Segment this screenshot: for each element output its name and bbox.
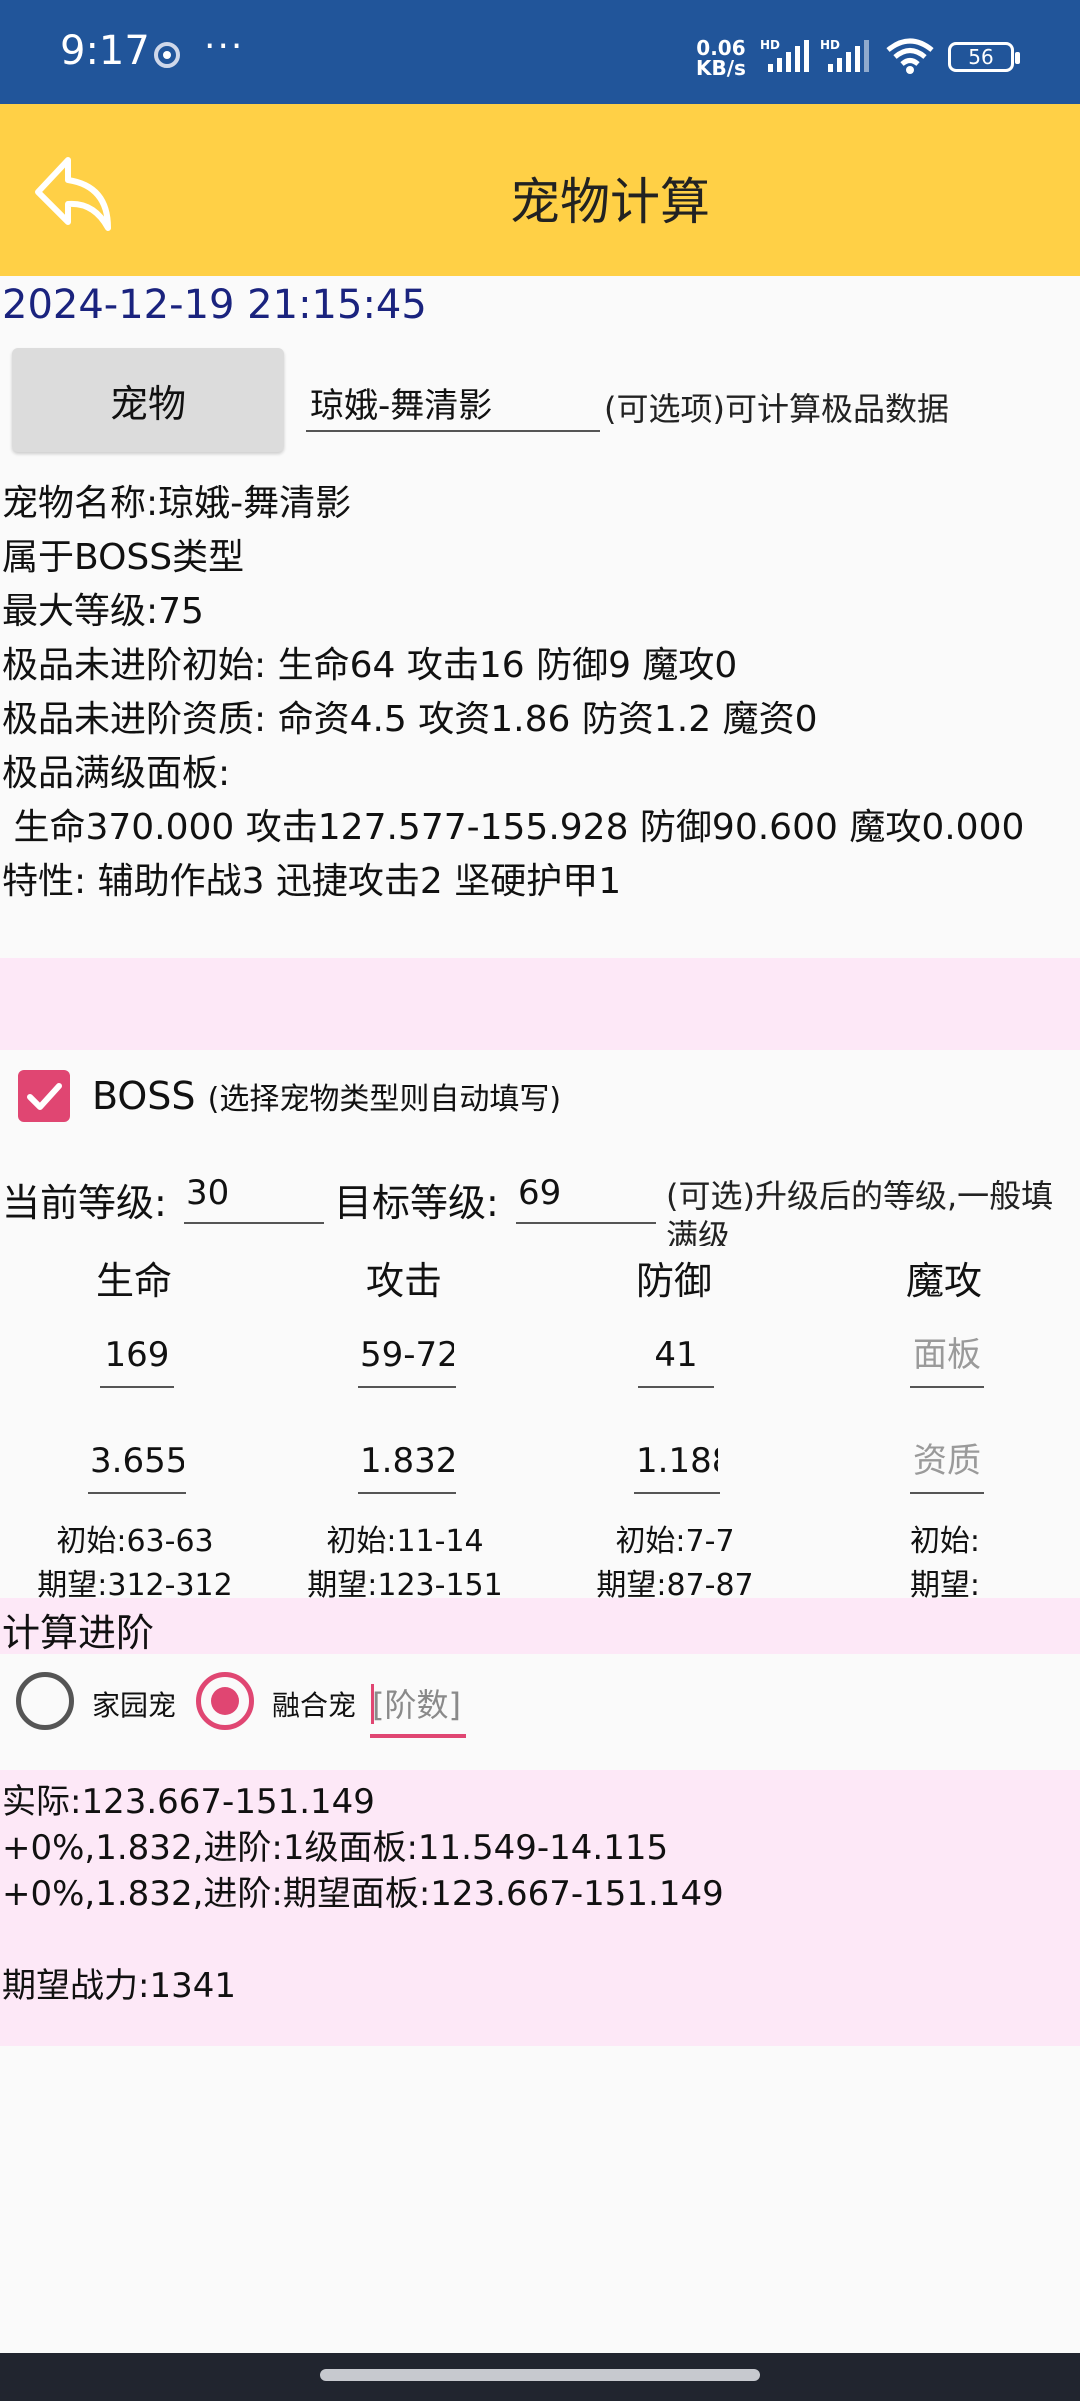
navigation-bar xyxy=(0,2353,1080,2401)
current-level-label: 当前等级: xyxy=(2,1181,167,1225)
text-caret xyxy=(371,1684,374,1724)
pet-info-max-panel: 生命370.000 攻击127.577-155.928 防御90.600 魔攻0… xyxy=(2,807,1025,848)
home-pet-label: 家园宠 xyxy=(92,1689,177,1722)
pet-info-name: 宠物名称:琼娥-舞清影 xyxy=(2,483,352,524)
hp-panel-input[interactable] xyxy=(100,1324,174,1388)
target-level-input[interactable] xyxy=(516,1164,656,1224)
result-expected-panel: +0%,1.832,进阶:期望面板:123.667-151.149 xyxy=(2,1874,724,1914)
wifi-icon xyxy=(886,38,934,74)
pet-info-max-level: 最大等级:75 xyxy=(2,591,204,632)
timestamp: 2024-12-19 21:15:45 xyxy=(2,282,427,328)
advance-title: 计算进阶 xyxy=(2,1611,155,1655)
svg-text:HD: HD xyxy=(820,38,840,52)
fusion-pet-label: 融合宠 xyxy=(272,1689,357,1722)
boss-checkbox-label: BOSS (选择宠物类型则自动填写) xyxy=(92,1074,561,1118)
level-hint: (可选)升级后的等级,一般填满级 xyxy=(666,1177,1054,1246)
more-notifications-icon: ··· xyxy=(204,26,245,67)
boss-hint: (选择宠物类型则自动填写) xyxy=(207,1082,562,1117)
def-aptitude-input[interactable] xyxy=(634,1430,720,1494)
boss-checkbox[interactable] xyxy=(18,1070,70,1122)
advance-title-band xyxy=(0,1598,1080,1654)
atk-panel-input[interactable] xyxy=(358,1324,456,1388)
result-level1-panel: +0%,1.832,进阶:1级面板:11.549-14.115 xyxy=(2,1828,669,1868)
result-actual: 实际:123.667-151.149 xyxy=(2,1782,375,1822)
target-level-label: 目标等级: xyxy=(334,1181,499,1225)
stage-input[interactable] xyxy=(370,1676,466,1738)
app-bar: 宠物计算 xyxy=(0,104,1080,276)
svg-text:HD: HD xyxy=(760,38,780,52)
def-initial: 初始:7-7 xyxy=(615,1524,735,1559)
network-speed: 0.06 KB/s xyxy=(696,38,746,78)
battery-icon: 56 xyxy=(948,42,1020,72)
pet-hint: (可选项)可计算极品数据 xyxy=(604,390,949,428)
checkmark-icon xyxy=(27,1083,62,1110)
matk-panel-input[interactable] xyxy=(910,1324,984,1388)
home-handle[interactable] xyxy=(320,2369,760,2381)
record-icon xyxy=(154,42,180,68)
atk-initial: 初始:11-14 xyxy=(326,1524,484,1559)
page-title: 宠物计算 xyxy=(510,173,710,231)
status-bar: 9:17 ··· 0.06 KB/s HD HD 56 xyxy=(0,0,1080,104)
pet-info-aptitude: 极品未进阶资质: 命资4.5 攻资1.86 防资1.2 魔资0 xyxy=(2,699,818,740)
pet-info-type: 属于BOSS类型 xyxy=(2,537,245,578)
pet-select-button[interactable]: 宠物 xyxy=(12,348,284,452)
col-head-def: 防御 xyxy=(635,1259,712,1303)
pet-info-max-panel-label: 极品满级面板: xyxy=(2,753,231,794)
fusion-pet-radio[interactable] xyxy=(196,1672,254,1730)
col-head-matk: 魔攻 xyxy=(905,1259,982,1303)
matk-initial: 初始: xyxy=(909,1524,981,1559)
result-expected-power: 期望战力:1341 xyxy=(2,1966,236,2006)
pet-name-input[interactable] xyxy=(306,374,600,432)
signal-icon-2: HD xyxy=(820,38,869,72)
home-pet-radio[interactable] xyxy=(16,1672,74,1730)
status-time: 9:17 xyxy=(60,28,150,74)
network-speed-unit: KB/s xyxy=(696,56,746,80)
current-level-input[interactable] xyxy=(184,1164,324,1224)
pet-info-initial: 极品未进阶初始: 生命64 攻击16 防御9 魔攻0 xyxy=(2,645,738,686)
hp-aptitude-input[interactable] xyxy=(88,1430,186,1494)
pet-info-traits: 特性: 辅助作战3 迅捷攻击2 坚硬护甲1 xyxy=(2,861,622,902)
col-head-atk: 攻击 xyxy=(365,1259,442,1303)
col-head-hp: 生命 xyxy=(95,1259,172,1303)
separator-band xyxy=(0,958,1080,1050)
hp-initial: 初始:63-63 xyxy=(56,1524,214,1559)
signal-icon: HD xyxy=(760,38,809,72)
boss-label: BOSS xyxy=(92,1074,196,1118)
def-panel-input[interactable] xyxy=(638,1324,714,1388)
atk-aptitude-input[interactable] xyxy=(358,1430,456,1494)
matk-aptitude-input[interactable] xyxy=(910,1430,984,1494)
